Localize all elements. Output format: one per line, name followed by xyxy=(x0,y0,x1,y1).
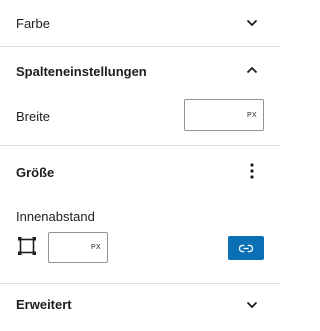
farbe-title: Farbe xyxy=(16,15,50,31)
link-icon xyxy=(239,244,253,252)
spalten-panel-header[interactable]: Spalteneinstellungen xyxy=(0,47,280,95)
chevron-up-icon[interactable] xyxy=(245,63,259,77)
block-settings-panel: Farbe Spalteneinstellungen Breite PX Grö… xyxy=(0,0,280,331)
padding-unit-input[interactable]: PX xyxy=(48,232,108,264)
padding-input[interactable] xyxy=(49,233,100,264)
spalten-title: Spalteneinstellungen xyxy=(16,63,147,79)
chevron-down-icon[interactable] xyxy=(245,16,259,30)
link-sides-button[interactable] xyxy=(228,236,264,260)
padding-label: Innenabstand xyxy=(16,208,95,224)
groesse-title: Größe xyxy=(16,164,55,180)
chevron-down-icon[interactable] xyxy=(245,298,259,312)
erweitert-title: Erweitert xyxy=(16,296,72,312)
erweitert-panel-header[interactable]: Erweitert xyxy=(0,284,280,324)
width-label: Breite xyxy=(16,108,50,124)
box-sides-icon[interactable] xyxy=(17,236,37,256)
width-unit-input[interactable]: PX xyxy=(184,99,264,132)
groesse-panel-header: Größe xyxy=(0,146,280,198)
padding-label-row: Innenabstand xyxy=(0,206,280,226)
width-input[interactable] xyxy=(185,100,250,132)
more-vertical-icon[interactable] xyxy=(244,162,260,180)
farbe-panel-header[interactable]: Farbe xyxy=(0,0,280,46)
